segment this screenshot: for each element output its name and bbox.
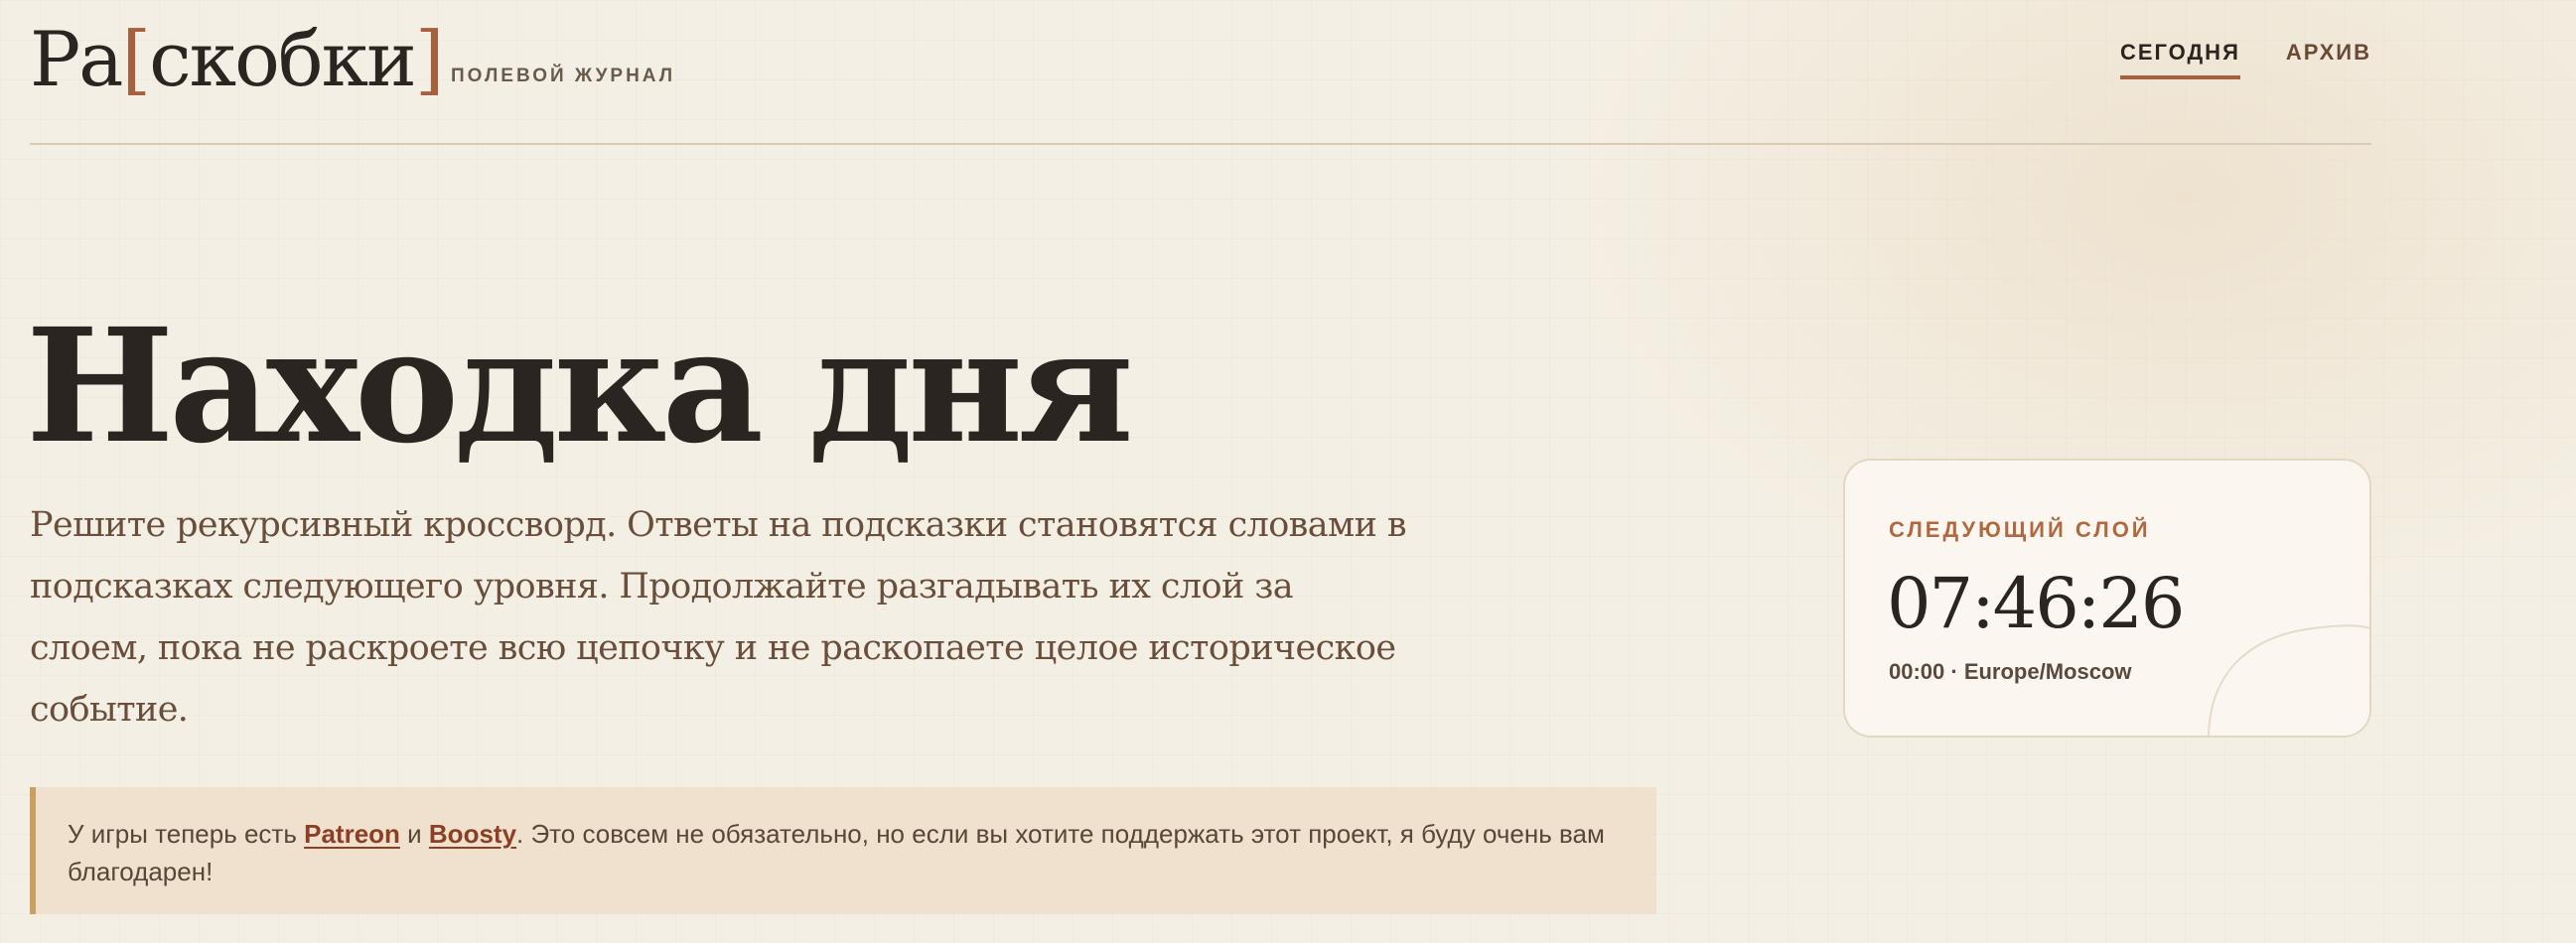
logo-close-bracket: ] [414,15,445,103]
notice-text-before: У игры теперь есть [68,819,305,849]
main-nav: СЕГОДНЯ АРХИВ [2119,40,2371,79]
intro-description: Решите рекурсивный кроссворд. Ответы на … [30,505,1407,730]
countdown-card: СЛЕДУЮЩИЙ СЛОЙ 07:46:26 00:00 · Europe/M… [1843,459,2371,738]
countdown-timer: 07:46:26 [1887,563,2185,644]
countdown-reset-info: 00:00 · Europe/Moscow [1889,659,2132,684]
site-logo[interactable]: Ра[скобки] [30,14,445,105]
page-title: Находка дня [26,295,1134,478]
boosty-link[interactable]: Boosty [429,819,516,849]
nav-today[interactable]: СЕГОДНЯ [2119,40,2240,79]
notice-text-and: и [399,819,429,849]
logo-prefix: Ра [30,15,123,103]
countdown-label: СЛЕДУЮЩИЙ СЛОЙ [1889,517,2151,542]
logo-open-bracket: [ [121,15,151,103]
support-notice: У игры теперь есть Patreon и Boosty. Это… [30,787,1656,914]
logo-middle: скобки [149,15,417,103]
patreon-link[interactable]: Patreon [304,819,400,849]
nav-archive[interactable]: АРХИВ [2286,40,2371,79]
site-tagline: ПОЛЕВОЙ ЖУРНАЛ [451,66,676,86]
site-header: Ра[скобки] ПОЛЕВОЙ ЖУРНАЛ СЕГОДНЯ АРХИВ [30,0,2371,145]
